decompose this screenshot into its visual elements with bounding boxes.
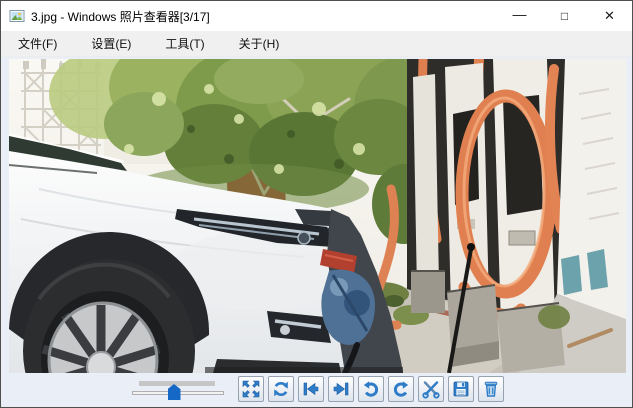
save-button[interactable] xyxy=(447,376,474,402)
fullscreen-icon xyxy=(242,380,259,398)
save-icon xyxy=(453,381,468,397)
delete-button[interactable] xyxy=(477,376,504,402)
menu-settings[interactable]: 设置(E) xyxy=(81,31,141,56)
fullscreen-button[interactable] xyxy=(237,376,264,402)
refresh-button[interactable] xyxy=(267,376,294,402)
menu-file[interactable]: 文件(F) xyxy=(8,31,67,56)
crop-button[interactable] xyxy=(417,376,444,402)
zoom-slider-tickbar xyxy=(138,381,215,386)
photo-viewer-window: 3.jpg - Windows 照片查看器[3/17] — □ ✕ 文件(F) … xyxy=(0,0,633,408)
photo-canvas[interactable] xyxy=(9,59,626,373)
zoom-slider-thumb[interactable] xyxy=(167,384,181,400)
crop-scissors-icon xyxy=(421,381,440,399)
zoom-slider[interactable] xyxy=(128,375,228,403)
menu-tools[interactable]: 工具(T) xyxy=(155,31,214,56)
titlebar[interactable]: 3.jpg - Windows 照片查看器[3/17] — □ ✕ xyxy=(1,1,632,31)
maximize-button[interactable]: □ xyxy=(542,1,587,31)
refresh-icon xyxy=(273,381,288,397)
rotate-right-button[interactable] xyxy=(387,376,414,402)
last-image-icon xyxy=(333,382,348,396)
delete-trash-icon xyxy=(484,381,497,397)
bottom-toolbar xyxy=(1,374,632,404)
menu-about[interactable]: 关于(H) xyxy=(229,31,290,56)
window-title: 3.jpg - Windows 照片查看器[3/17] xyxy=(31,9,210,24)
menubar: 文件(F) 设置(E) 工具(T) 关于(H) xyxy=(1,31,632,57)
client-area xyxy=(1,57,632,407)
rotate-left-icon xyxy=(363,381,378,397)
first-image-button[interactable] xyxy=(297,376,324,402)
rotate-right-icon xyxy=(393,381,408,397)
last-image-button[interactable] xyxy=(327,376,354,402)
rotate-left-button[interactable] xyxy=(357,376,384,402)
first-image-icon xyxy=(303,382,318,396)
minimize-button[interactable]: — xyxy=(497,1,542,31)
image-file-icon xyxy=(9,10,25,22)
charger-pillar-far xyxy=(413,74,439,291)
close-button[interactable]: ✕ xyxy=(587,1,632,31)
